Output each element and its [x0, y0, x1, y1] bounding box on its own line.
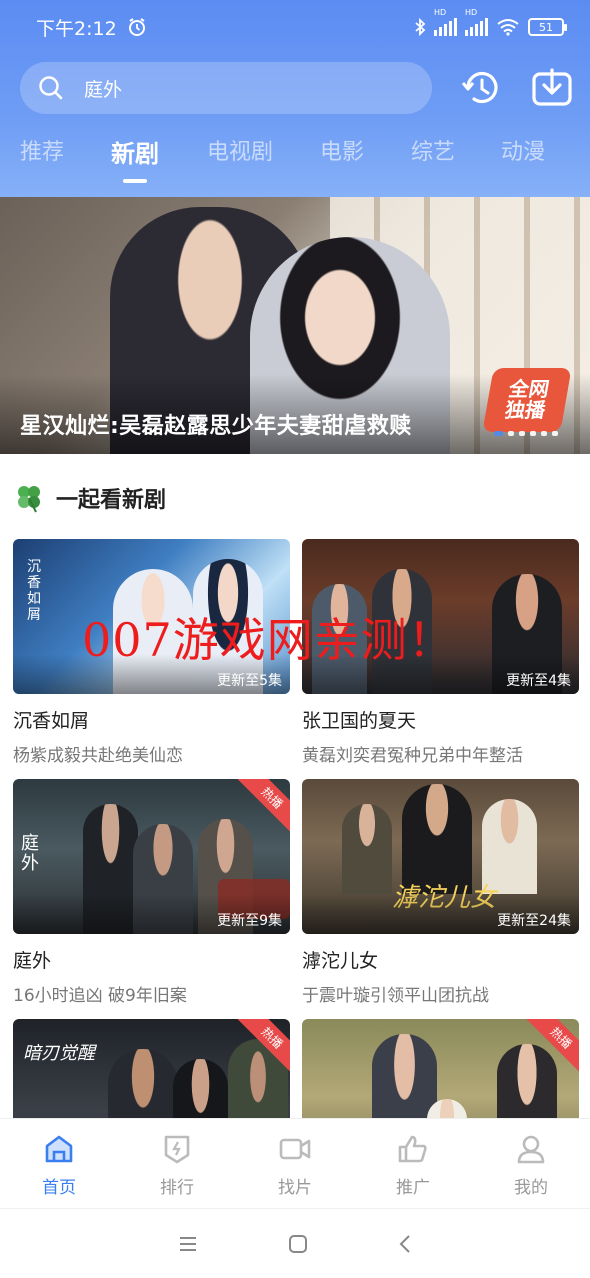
tab-tv-series[interactable]: 电视剧 [207, 134, 273, 166]
drama-subtitle: 于震叶璇引领平山团抗战 [302, 986, 489, 1006]
carousel-indicator [494, 431, 558, 436]
section-header: 一起看新剧 [14, 482, 166, 514]
bottom-nav: 首页 排行 找片 推广 我的 [0, 1118, 590, 1208]
drama-poster[interactable]: 滹沱儿女 更新至24集 [302, 779, 579, 934]
exclusive-badge: 全网 独播 [482, 368, 572, 432]
nav-profile[interactable]: 我的 [472, 1119, 590, 1208]
update-label: 更新至24集 [497, 913, 571, 929]
new-drama-section: 一起看新剧 沉香如屑 更新至5集 沉香如屑 杨紫成毅共赴绝美仙恋 更新至4集 张… [0, 454, 590, 1118]
back-icon[interactable] [398, 1234, 412, 1254]
signal-1: HD [434, 8, 457, 36]
category-tabs: 推荐 新剧 电视剧 电影 综艺 动漫 [0, 134, 590, 184]
update-label: 更新至5集 [217, 673, 282, 689]
thumbs-up-icon [398, 1135, 427, 1163]
status-time: 下午2:12 [36, 17, 117, 40]
drama-poster[interactable]: 热播 [302, 1019, 579, 1118]
drama-card-5[interactable]: 暗刃觉醒 热播 [13, 1019, 290, 1118]
drama-title: 庭外 [13, 950, 52, 972]
poster-title: 庭外 [21, 833, 39, 874]
section-title: 一起看新剧 [56, 488, 167, 513]
tab-new-drama[interactable]: 新剧 [111, 134, 159, 183]
banner-carousel[interactable]: 全网 独播 星汉灿烂:吴磊赵露思少年夫妻甜虐救赎 [0, 197, 590, 454]
update-label: 更新至4集 [506, 673, 571, 689]
alarm-icon [128, 18, 145, 36]
wifi-icon [497, 19, 519, 36]
search-bar[interactable]: 庭外 [20, 62, 432, 114]
drama-card-4[interactable]: 滹沱儿女 更新至24集 滹沱儿女 于震叶璇引领平山团抗战 [302, 779, 579, 1006]
system-navigation-bar [0, 1208, 590, 1278]
drama-card-3[interactable]: 庭外 热播 更新至9集 庭外 16小时追凶 破9年旧案 [13, 779, 290, 1006]
signal-2: HD [465, 8, 488, 36]
tab-variety[interactable]: 综艺 [411, 134, 455, 166]
menu-icon[interactable] [178, 1235, 198, 1253]
update-label: 更新至9集 [217, 913, 282, 929]
drama-subtitle: 16小时追凶 破9年旧案 [13, 986, 187, 1006]
banner-caption: 星汉灿烂:吴磊赵露思少年夫妻甜虐救赎 [20, 414, 412, 439]
download-icon[interactable] [530, 66, 574, 110]
history-icon[interactable] [460, 66, 504, 110]
drama-title: 沉香如屑 [13, 710, 90, 732]
watermark-text: 007游戏网亲测！ [82, 613, 455, 667]
poster-title: 暗刃觉醒 [23, 1043, 95, 1064]
drama-subtitle: 黄磊刘奕君冤种兄弟中年整活 [302, 746, 523, 766]
drama-poster[interactable]: 庭外 热播 更新至9集 [13, 779, 290, 934]
drama-subtitle: 杨紫成毅共赴绝美仙恋 [13, 746, 183, 766]
nav-promote[interactable]: 推广 [354, 1119, 472, 1208]
tab-recommend[interactable]: 推荐 [20, 134, 64, 166]
poster-title: 沉香如屑 [27, 559, 41, 623]
nav-home[interactable]: 首页 [0, 1119, 118, 1208]
drama-poster[interactable]: 暗刃觉醒 热播 [13, 1019, 290, 1118]
drama-title: 张卫国的夏天 [302, 710, 417, 732]
tab-movies[interactable]: 电影 [320, 134, 364, 166]
app-header: 下午2:12 HD HD 51 庭外 推荐 新剧 电视剧 电影 综艺 动漫 [0, 0, 590, 197]
home-icon [45, 1135, 73, 1163]
drama-card-6[interactable]: 热播 [302, 1019, 579, 1118]
search-icon [39, 76, 63, 100]
bluetooth-icon [415, 18, 426, 36]
video-camera-icon [279, 1138, 311, 1160]
clover-icon [18, 486, 40, 513]
nav-find-video[interactable]: 找片 [236, 1119, 354, 1208]
tab-anime[interactable]: 动漫 [501, 134, 545, 166]
status-bar: 下午2:12 HD HD 51 [36, 8, 567, 42]
drama-title: 滹沱儿女 [302, 950, 379, 972]
profile-icon [517, 1135, 545, 1164]
search-input[interactable]: 庭外 [84, 75, 122, 102]
home-square-icon[interactable] [288, 1234, 308, 1254]
battery-indicator: 51 [528, 18, 567, 36]
nav-ranking[interactable]: 排行 [118, 1119, 236, 1208]
ranking-icon [164, 1135, 190, 1164]
